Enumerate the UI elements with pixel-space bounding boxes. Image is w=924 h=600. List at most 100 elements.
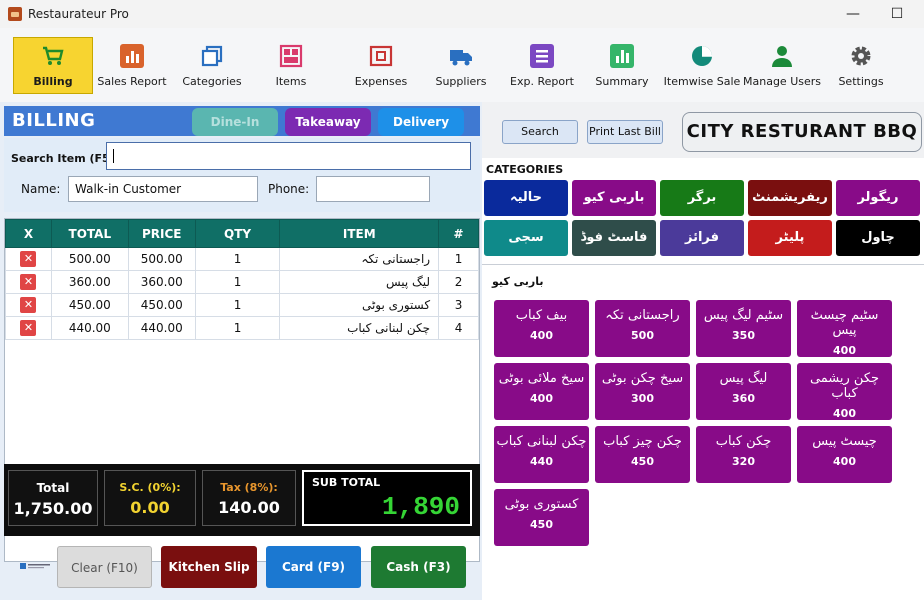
category-button[interactable]: پلیٹر <box>748 220 832 256</box>
remove-item-button[interactable]: ✕ <box>20 251 37 267</box>
product-name: بیف کباب <box>515 308 568 323</box>
category-button[interactable]: فاسٹ فوڈ <box>572 220 656 256</box>
category-button[interactable]: چاول <box>836 220 920 256</box>
suppliers-tool-button[interactable]: Suppliers <box>421 38 501 94</box>
maximize-button[interactable]: ☐ <box>882 4 912 24</box>
itemwise-sale-tool-button[interactable]: Itemwise Sale <box>662 38 742 94</box>
product-button[interactable]: چیسٹ پیس 400 <box>797 426 892 483</box>
product-name: سیخ چکن بوٹی <box>601 371 684 386</box>
row-price: 440.00 <box>127 316 196 340</box>
col-header-total[interactable]: TOTAL <box>50 219 129 248</box>
sales-report-tool-button[interactable]: Sales Report <box>92 38 172 94</box>
table-row[interactable]: ✕ 440.00 440.00 1 چکن لبنانی کباب 4 <box>5 316 479 340</box>
search-item-input[interactable] <box>106 142 471 170</box>
settings-tool-button[interactable]: Settings <box>821 38 901 94</box>
phone-input[interactable] <box>316 176 430 202</box>
product-price: 400 <box>833 344 856 357</box>
product-button[interactable]: کستوری بوٹی 450 <box>494 489 589 546</box>
title-bar: Restaurateur Pro — ☐ <box>0 0 924 28</box>
total-label: Total <box>36 481 70 495</box>
remove-item-button[interactable]: ✕ <box>20 274 37 290</box>
takeaway-button[interactable]: Takeaway <box>285 108 371 136</box>
category-button[interactable]: برگر <box>660 180 744 216</box>
phone-label: Phone: <box>268 182 310 196</box>
expenses-tool-label: Expenses <box>354 75 408 88</box>
text-cursor <box>113 148 114 163</box>
category-button[interactable]: فرائز <box>660 220 744 256</box>
expenses-tool-button[interactable]: Expenses <box>341 38 421 94</box>
col-header-qty[interactable]: QTY <box>194 219 281 248</box>
table-header-row: X TOTAL PRICE QTY ITEM # <box>5 219 479 248</box>
row-qty[interactable]: 1 <box>194 270 281 294</box>
table-row[interactable]: ✕ 360.00 360.00 1 لیگ پیس 2 <box>5 270 479 294</box>
product-button[interactable]: راجستانی تکہ 500 <box>595 300 690 357</box>
remove-item-button[interactable]: ✕ <box>20 320 37 336</box>
row-price: 360.00 <box>127 270 196 294</box>
delivery-button[interactable]: Delivery <box>378 108 464 136</box>
product-button[interactable]: سیخ ملائی بوٹی 400 <box>494 363 589 420</box>
report-icon <box>530 44 554 68</box>
row-number: 1 <box>438 247 479 271</box>
menu-panel: Search Print Last Bill CITY RESTURANT BB… <box>482 102 924 600</box>
product-price: 400 <box>530 329 553 342</box>
grid-icon <box>279 44 303 68</box>
product-button[interactable]: سیخ چکن بوٹی 300 <box>595 363 690 420</box>
name-input[interactable]: Walk-in Customer <box>68 176 258 202</box>
exp-report-tool-button[interactable]: Exp. Report <box>502 38 582 94</box>
product-button[interactable]: چکن لبنانی کباب 440 <box>494 426 589 483</box>
category-button[interactable]: باربی کیو <box>572 180 656 216</box>
product-button[interactable]: سٹیم چیسٹ پیس 400 <box>797 300 892 357</box>
product-price: 350 <box>732 329 755 342</box>
product-button[interactable]: سٹیم لیگ پیس 350 <box>696 300 791 357</box>
product-button[interactable]: چکن ریشمی کباب 400 <box>797 363 892 420</box>
category-button[interactable]: ریگولر <box>836 180 920 216</box>
col-header-x: X <box>5 219 52 248</box>
row-total: 360.00 <box>50 270 129 294</box>
product-name: سٹیم لیگ پیس <box>703 308 784 323</box>
user-icon <box>770 44 794 68</box>
settings-tool-label: Settings <box>838 75 884 88</box>
manage-users-tool-button[interactable]: Manage Users <box>742 38 822 94</box>
billing-tool-button[interactable]: Billing <box>13 37 93 94</box>
category-button[interactable]: حالیہ <box>484 180 568 216</box>
table-row[interactable]: ✕ 500.00 500.00 1 راجستانی تکہ 1 <box>5 247 479 271</box>
product-price: 450 <box>530 518 553 531</box>
row-qty[interactable]: 1 <box>194 316 281 340</box>
items-tool-button[interactable]: Items <box>251 38 331 94</box>
product-name: چکن لبنانی کباب <box>496 434 587 449</box>
search-button[interactable]: Search <box>502 120 578 144</box>
cash-button[interactable]: Cash (F3) <box>371 546 466 588</box>
row-qty[interactable]: 1 <box>194 293 281 317</box>
card-button[interactable]: Card (F9) <box>266 546 361 588</box>
product-button[interactable]: لیگ پیس 360 <box>696 363 791 420</box>
billing-panel: BILLING Dine-In Takeaway Delivery Search… <box>0 102 482 600</box>
product-name: لیگ پیس <box>719 371 768 386</box>
suppliers-tool-label: Suppliers <box>435 75 487 88</box>
remove-item-button[interactable]: ✕ <box>20 297 37 313</box>
product-button[interactable]: چکن کباب 320 <box>696 426 791 483</box>
clear-button[interactable]: Clear (F10) <box>57 546 152 588</box>
print-last-bill-button[interactable]: Print Last Bill <box>587 120 663 144</box>
product-button[interactable]: بیف کباب 400 <box>494 300 589 357</box>
kitchen-slip-button[interactable]: Kitchen Slip <box>161 546 257 588</box>
product-button[interactable]: چکن چیز کباب 450 <box>595 426 690 483</box>
row-total: 450.00 <box>50 293 129 317</box>
row-item: راجستانی تکہ <box>279 247 440 271</box>
product-price: 400 <box>833 455 856 468</box>
categories-tool-button[interactable]: Categories <box>172 38 252 94</box>
summary-tool-button[interactable]: Summary <box>582 38 662 94</box>
row-number: 3 <box>438 293 479 317</box>
col-header-item[interactable]: ITEM <box>279 219 440 248</box>
product-price: 440 <box>530 455 553 468</box>
copy-icon <box>200 44 224 68</box>
minimize-button[interactable]: — <box>838 4 868 24</box>
table-row[interactable]: ✕ 450.00 450.00 1 کستوری بوٹی 3 <box>5 293 479 317</box>
product-price: 400 <box>530 392 553 405</box>
category-button[interactable]: سجی <box>484 220 568 256</box>
category-button[interactable]: ریفریشمنٹ <box>748 180 832 216</box>
row-qty[interactable]: 1 <box>194 247 281 271</box>
dine-in-button[interactable]: Dine-In <box>192 108 278 136</box>
product-price: 300 <box>631 392 654 405</box>
pie-icon <box>690 44 714 68</box>
col-header-price[interactable]: PRICE <box>127 219 196 248</box>
